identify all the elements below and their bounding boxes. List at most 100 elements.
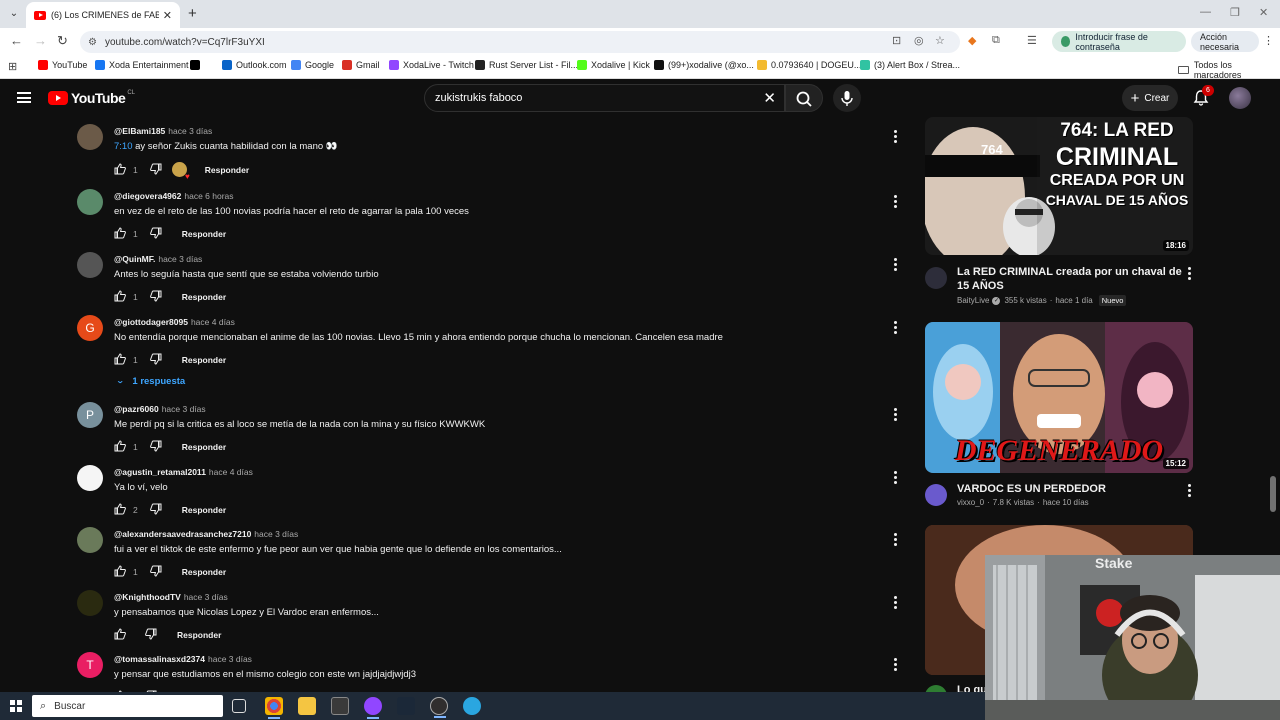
reply-button[interactable]: Responder bbox=[182, 442, 226, 452]
comment-more-actions-icon[interactable] bbox=[892, 471, 898, 485]
dislike-icon[interactable] bbox=[149, 353, 164, 366]
bookmark-item[interactable]: YouTube bbox=[38, 60, 87, 70]
dislike-icon[interactable] bbox=[149, 290, 164, 303]
commenter-avatar[interactable] bbox=[77, 124, 103, 150]
account-avatar[interactable] bbox=[1229, 87, 1251, 109]
dislike-icon[interactable] bbox=[149, 565, 164, 578]
guide-menu-icon[interactable] bbox=[17, 92, 31, 103]
comment-author[interactable]: @KnighthoodTV bbox=[114, 592, 181, 602]
like-icon[interactable] bbox=[114, 163, 128, 176]
comment-more-actions-icon[interactable] bbox=[892, 596, 898, 610]
create-button[interactable]: + Crear bbox=[1122, 85, 1178, 111]
channel-name[interactable]: BaityLive bbox=[957, 296, 989, 305]
commenter-avatar[interactable]: P bbox=[77, 402, 103, 428]
bookmark-item[interactable]: XodaLive - Twitch bbox=[389, 60, 474, 70]
install-app-icon[interactable]: ⊡ bbox=[892, 34, 901, 47]
like-icon[interactable] bbox=[114, 227, 128, 240]
tracking-protection-icon[interactable]: ◎ bbox=[914, 34, 924, 47]
bookmark-item[interactable]: 0.0793640 | DOGEU... bbox=[757, 60, 861, 70]
action-required-button[interactable]: Acción necesaria bbox=[1191, 31, 1259, 52]
windows-start-icon[interactable] bbox=[10, 700, 22, 712]
comment-timestamp-link[interactable]: 7:10 bbox=[114, 141, 133, 152]
comment-time[interactable]: hace 3 días bbox=[208, 654, 252, 664]
tab-close-icon[interactable]: ✕ bbox=[163, 9, 172, 22]
browser-menu-icon[interactable]: ⋮ bbox=[1263, 34, 1274, 47]
extensions-icon[interactable]: ⧉ bbox=[992, 34, 1000, 47]
reply-button[interactable]: Responder bbox=[205, 165, 249, 175]
video-more-actions-icon[interactable] bbox=[1187, 267, 1192, 281]
task-view-icon[interactable] bbox=[232, 699, 246, 713]
comment-author[interactable]: @QuinMF. bbox=[114, 254, 155, 264]
search-input[interactable]: zukistrukis faboco ✕ bbox=[424, 84, 785, 112]
comment-more-actions-icon[interactable] bbox=[892, 195, 898, 209]
apps-grid-icon[interactable]: ⊞ bbox=[8, 60, 17, 73]
voice-search-button[interactable] bbox=[833, 84, 861, 112]
site-info-icon[interactable]: ⚙ bbox=[88, 37, 97, 48]
reload-icon[interactable]: ↻ bbox=[57, 33, 68, 49]
video-title[interactable]: La RED CRIMINAL creada por un chaval de … bbox=[957, 265, 1187, 293]
reply-button[interactable]: Responder bbox=[182, 567, 226, 577]
dislike-icon[interactable] bbox=[149, 440, 164, 453]
comment-time[interactable]: hace 4 días bbox=[209, 467, 253, 477]
store-icon[interactable] bbox=[331, 697, 349, 715]
comment-more-actions-icon[interactable] bbox=[892, 258, 898, 272]
comment-more-actions-icon[interactable] bbox=[892, 408, 898, 422]
bookmark-item[interactable]: Gmail bbox=[342, 60, 380, 70]
comment-time[interactable]: hace 3 días bbox=[254, 529, 298, 539]
video-info[interactable]: VARDOC ES UN PERDEDOR vixxo_0 · 7.8 K vi… bbox=[925, 482, 1193, 514]
video-more-actions-icon[interactable] bbox=[1187, 484, 1192, 498]
channel-avatar[interactable] bbox=[925, 685, 947, 692]
browser-tab-active[interactable]: (6) Los CRIMENES de FABOCO | ✕ bbox=[26, 2, 180, 28]
comment-more-actions-icon[interactable] bbox=[892, 658, 898, 672]
minimize-icon[interactable]: — bbox=[1200, 6, 1211, 18]
comment-time[interactable]: hace 6 horas bbox=[184, 191, 233, 201]
bookmark-item[interactable] bbox=[190, 60, 204, 70]
comment-author[interactable]: @alexandersaavedrasanchez7210 bbox=[114, 529, 251, 539]
telegram-icon[interactable] bbox=[463, 697, 481, 715]
chrome-icon[interactable] bbox=[265, 697, 283, 719]
reply-button[interactable]: Responder bbox=[182, 505, 226, 515]
comment-more-actions-icon[interactable] bbox=[892, 321, 898, 335]
comment-author[interactable]: @ElBami185 bbox=[114, 126, 165, 136]
reading-list-icon[interactable]: ☰ bbox=[1027, 34, 1037, 47]
like-icon[interactable] bbox=[114, 290, 128, 303]
channel-avatar[interactable] bbox=[925, 484, 947, 506]
commenter-avatar[interactable] bbox=[77, 252, 103, 278]
comment-author[interactable]: @tomassalinasxd2374 bbox=[114, 654, 205, 664]
metamask-extension-icon[interactable]: ◆ bbox=[968, 34, 976, 47]
bookmark-star-icon[interactable]: ☆ bbox=[935, 34, 945, 47]
reply-button[interactable]: Responder bbox=[177, 630, 221, 640]
commenter-avatar[interactable] bbox=[77, 465, 103, 491]
channel-name[interactable]: vixxo_0 bbox=[957, 498, 984, 507]
video-thumbnail[interactable]: 764 764: LA RED CRIMINAL CREADA POR UN C… bbox=[925, 117, 1193, 255]
video-title[interactable]: VARDOC ES UN PERDEDOR bbox=[957, 482, 1187, 496]
view-replies-button[interactable]: ⌄ 1 respuesta bbox=[116, 376, 185, 387]
commenter-avatar[interactable]: G bbox=[77, 315, 103, 341]
page-scrollbar-thumb[interactable] bbox=[1270, 476, 1276, 512]
back-icon[interactable]: ← bbox=[10, 33, 23, 48]
dislike-icon[interactable] bbox=[145, 628, 159, 641]
like-icon[interactable] bbox=[114, 565, 128, 578]
reply-button[interactable]: Responder bbox=[182, 292, 226, 302]
like-icon[interactable] bbox=[114, 503, 128, 516]
tab-search-dropdown-icon[interactable]: ⌄ bbox=[6, 6, 22, 22]
bookmark-item[interactable]: Outlook.com bbox=[222, 60, 287, 70]
new-tab-icon[interactable]: + bbox=[188, 5, 197, 22]
video-thumbnail[interactable]: DEGENERADO 15:12 bbox=[925, 322, 1193, 473]
reply-button[interactable]: Responder bbox=[182, 229, 226, 239]
comment-author[interactable]: @diegovera4962 bbox=[114, 191, 181, 201]
all-bookmarks-button[interactable]: Todos los marcadores bbox=[1178, 60, 1280, 80]
bookmark-item[interactable]: Xoda Entertainment bbox=[95, 60, 189, 70]
dislike-icon[interactable] bbox=[149, 227, 164, 240]
reply-button[interactable]: Responder bbox=[182, 355, 226, 365]
comment-time[interactable]: hace 4 días bbox=[191, 317, 235, 327]
like-icon[interactable] bbox=[114, 440, 128, 453]
bookmark-item[interactable]: Rust Server List - Fil... bbox=[475, 60, 578, 70]
video-info[interactable]: La RED CRIMINAL creada por un chaval de … bbox=[925, 265, 1193, 309]
commenter-avatar[interactable]: T bbox=[77, 652, 103, 678]
comment-more-actions-icon[interactable] bbox=[892, 533, 898, 547]
channel-avatar[interactable] bbox=[925, 267, 947, 289]
comment-more-actions-icon[interactable] bbox=[892, 130, 898, 144]
bookmark-item[interactable]: (99+)xodalive (@xo... bbox=[654, 60, 754, 70]
obs-icon[interactable] bbox=[430, 697, 448, 718]
